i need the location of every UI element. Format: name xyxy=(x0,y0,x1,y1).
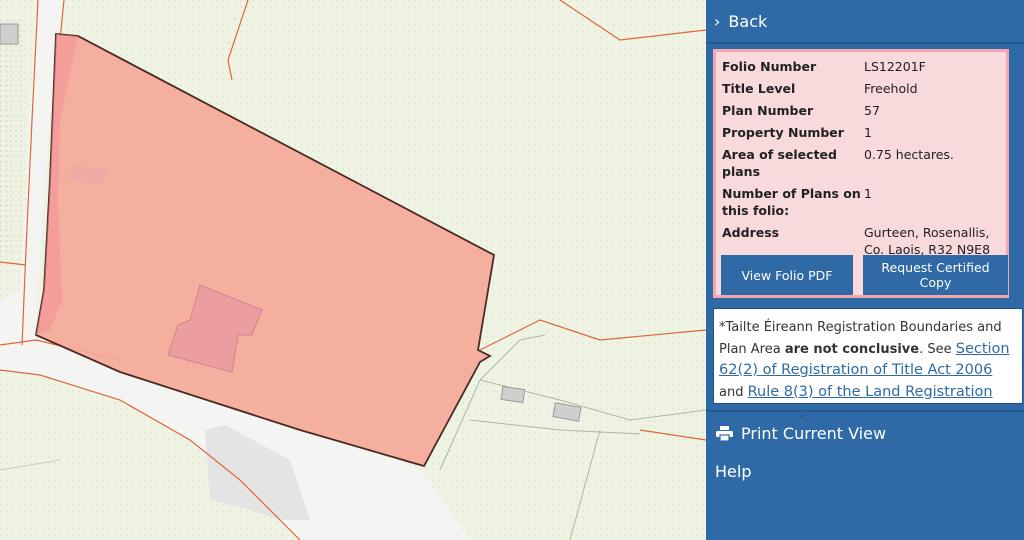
disclaimer-emphasis: are not conclusive xyxy=(784,341,920,357)
folio-value: 0.75 hectares. xyxy=(864,147,954,162)
folio-value: Freehold xyxy=(864,81,918,96)
folio-row: Property Number 1 xyxy=(722,124,1006,146)
folio-value: LS12201F xyxy=(864,59,926,74)
folio-row: Number of Plans on this folio: 1 xyxy=(722,185,1006,224)
map-view[interactable] xyxy=(0,0,706,540)
folio-key: Number of Plans on this folio: xyxy=(722,186,861,218)
folio-row: Plan Number 57 xyxy=(722,102,1006,124)
folio-table: Folio Number LS12201F Title Level Freehold… xyxy=(722,58,1006,263)
chevron-right-icon: › xyxy=(714,11,721,31)
view-folio-pdf-button[interactable]: View Folio PDF xyxy=(721,255,853,295)
help-link[interactable]: Help xyxy=(706,454,1024,488)
printer-icon xyxy=(716,425,733,441)
folio-value: 57 xyxy=(864,103,880,118)
field-hatched xyxy=(0,18,26,260)
side-panel: › Back Folio Number LS12201F Title Level F… xyxy=(706,0,1024,540)
building xyxy=(0,23,19,45)
folio-key: Folio Number xyxy=(722,59,817,74)
folio-row: Folio Number LS12201F xyxy=(722,58,1006,80)
disclaimer-note: *Tailte Éireann Registration Boundaries … xyxy=(713,308,1023,421)
back-label: Back xyxy=(728,11,768,31)
folio-key: Plan Number xyxy=(722,103,814,118)
back-button[interactable]: › Back xyxy=(706,0,1024,44)
disclaimer-text: and xyxy=(719,384,748,400)
divider xyxy=(706,410,1024,412)
request-certified-copy-button[interactable]: Request Certified Copy xyxy=(863,255,1008,295)
folio-info-box: Folio Number LS12201F Title Level Freehold… xyxy=(713,49,1009,298)
folio-row: Area of selected plans 0.75 hectares. xyxy=(722,146,1006,185)
folio-key: Property Number xyxy=(722,125,844,140)
folio-key: Title Level xyxy=(722,81,796,96)
folio-value: 1 xyxy=(864,125,872,140)
folio-key: Area of selected plans xyxy=(722,147,837,179)
map-canvas[interactable] xyxy=(0,0,706,540)
print-label: Print Current View xyxy=(741,423,887,443)
print-current-view-button[interactable]: Print Current View xyxy=(706,416,1024,450)
building xyxy=(500,385,526,404)
folio-row: Title Level Freehold xyxy=(722,80,1006,102)
disclaimer-text: . See xyxy=(919,341,956,357)
folio-value: 1 xyxy=(864,186,872,201)
